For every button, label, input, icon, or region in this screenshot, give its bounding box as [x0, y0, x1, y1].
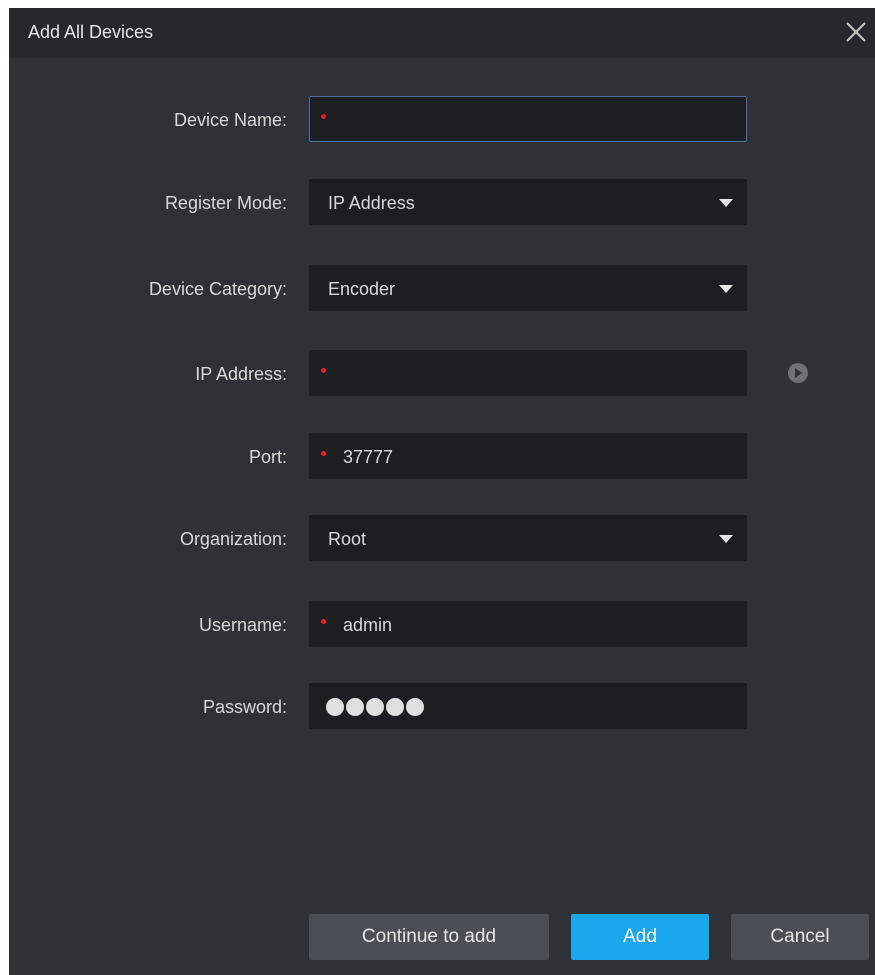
- device-category-label: Device Category:: [148, 279, 287, 299]
- play-circle-icon[interactable]: [788, 363, 808, 383]
- device-category-row: Device Category: Encoder: [9, 265, 875, 313]
- device-category-value: Encoder: [328, 279, 396, 299]
- device-name-label: Device Name:: [173, 110, 287, 130]
- port-label: Port:: [248, 447, 287, 467]
- add-all-devices-dialog: Add All Devices Device Name: Register Mo…: [9, 8, 875, 975]
- required-marker: [321, 619, 326, 624]
- password-label: Password:: [202, 697, 287, 717]
- ip-address-label: IP Address:: [195, 364, 287, 384]
- password-mask-dot: [366, 698, 384, 716]
- cancel-button[interactable]: Cancel: [731, 914, 869, 960]
- required-marker: [321, 114, 326, 119]
- device-name-input[interactable]: [309, 96, 747, 142]
- username-row: Username: admin: [9, 601, 875, 649]
- username-label: Username:: [198, 615, 287, 635]
- register-mode-value: IP Address: [328, 193, 415, 213]
- chevron-down-icon: [719, 285, 733, 293]
- required-marker: [321, 368, 326, 373]
- ip-address-row: IP Address:: [9, 350, 875, 398]
- register-mode-row: Register Mode: IP Address: [9, 179, 875, 227]
- organization-select[interactable]: Root: [309, 515, 747, 561]
- password-row: Password:: [9, 683, 875, 731]
- continue-to-add-button[interactable]: Continue to add: [309, 914, 549, 960]
- device-name-row: Device Name:: [9, 96, 875, 144]
- password-mask: [326, 698, 426, 716]
- organization-value: Root: [328, 529, 367, 549]
- port-row: Port: 37777: [9, 433, 875, 481]
- chevron-down-icon: [719, 535, 733, 543]
- close-icon[interactable]: [841, 17, 871, 47]
- organization-label: Organization:: [179, 529, 287, 549]
- add-button[interactable]: Add: [571, 914, 709, 960]
- organization-row: Organization: Root: [9, 515, 875, 563]
- register-mode-select[interactable]: IP Address: [309, 179, 747, 225]
- password-mask-dot: [326, 698, 344, 716]
- chevron-down-icon: [719, 199, 733, 207]
- password-mask-dot: [386, 698, 404, 716]
- password-mask-dot: [406, 698, 424, 716]
- port-input[interactable]: 37777: [309, 433, 747, 479]
- device-category-select[interactable]: Encoder: [309, 265, 747, 311]
- password-mask-dot: [346, 698, 364, 716]
- ip-address-input[interactable]: [309, 350, 747, 396]
- register-mode-label: Register Mode:: [164, 193, 287, 213]
- username-value: admin: [343, 615, 393, 635]
- required-marker: [321, 451, 326, 456]
- dialog-title: Add All Devices: [28, 22, 154, 42]
- port-value: 37777: [343, 447, 394, 467]
- username-input[interactable]: admin: [309, 601, 747, 647]
- dialog-titlebar: Add All Devices: [9, 8, 875, 58]
- password-input[interactable]: [309, 683, 747, 729]
